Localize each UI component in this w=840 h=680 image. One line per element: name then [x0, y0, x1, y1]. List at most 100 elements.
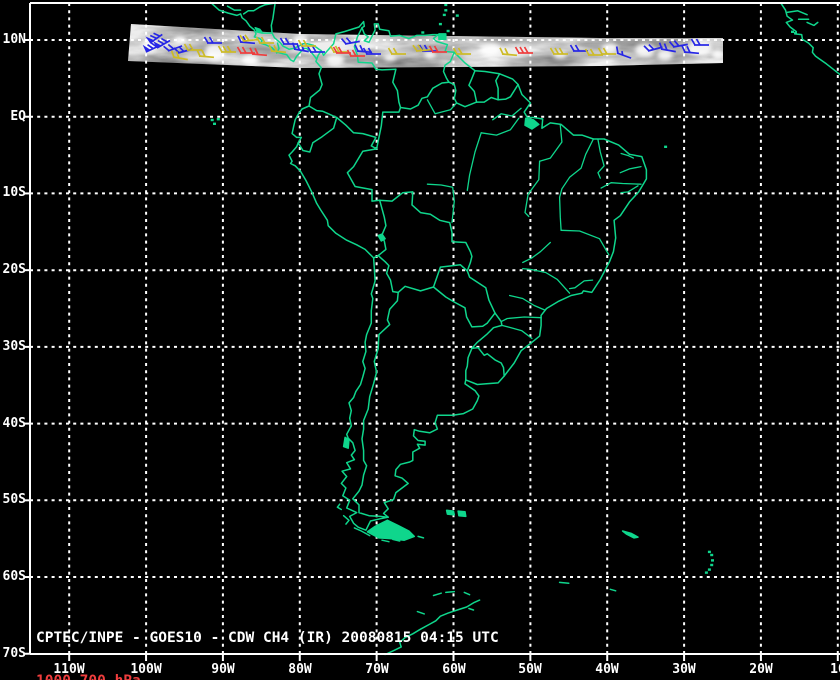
lat-label-70S: 70S	[2, 646, 26, 661]
island	[621, 530, 639, 539]
small-island	[421, 31, 425, 34]
small-island	[791, 30, 794, 33]
country-border	[497, 83, 519, 101]
small-island	[444, 3, 448, 7]
small-island	[711, 559, 714, 562]
axes-frame	[25, 2, 840, 661]
lon-label-40W: 40W	[595, 662, 619, 677]
country-border	[375, 106, 402, 150]
country-border	[495, 73, 501, 101]
country-border	[475, 96, 499, 103]
small-island	[704, 571, 708, 574]
country-border	[378, 191, 473, 272]
state-border	[560, 229, 610, 256]
island	[438, 33, 447, 40]
small-island	[707, 568, 711, 571]
country-border	[432, 286, 496, 328]
small-island	[664, 145, 668, 148]
state-border	[500, 316, 542, 323]
state-border	[426, 99, 458, 115]
small-island	[438, 22, 442, 26]
country-border	[465, 347, 473, 381]
coastline	[432, 592, 442, 597]
title-block: CPTEC/INPE - GOES10 - CDW CH4 (IR) 20080…	[36, 603, 499, 680]
island	[457, 510, 467, 518]
satellite-wind-product: 10N EQ 10S 20S 30S 40S 50S 60S 70S 110W 100W 90W 80W…	[0, 0, 840, 680]
state-border	[492, 107, 522, 121]
state-border	[501, 324, 533, 340]
state-border	[619, 165, 642, 174]
small-island	[455, 14, 459, 17]
state-border	[558, 196, 562, 231]
small-island	[213, 122, 216, 125]
product-title: CPTEC/INPE - GOES10 - CDW CH4 (IR) 20080…	[36, 630, 499, 646]
map-canvas	[25, 1, 840, 661]
state-border	[558, 138, 595, 198]
coastline	[463, 591, 471, 596]
country-border	[297, 116, 338, 153]
island	[342, 436, 350, 449]
coastline	[336, 503, 343, 511]
island	[366, 519, 416, 541]
coastline	[381, 539, 390, 543]
lon-label-20W: 20W	[749, 662, 773, 677]
country-border	[377, 254, 399, 294]
coastline	[558, 581, 570, 584]
country-border	[377, 199, 387, 257]
lat-label-40S: 40S	[2, 416, 26, 431]
country-border	[399, 81, 450, 110]
coastline	[806, 21, 819, 27]
country-border	[468, 69, 478, 103]
lat-label-60S: 60S	[2, 569, 26, 584]
state-border	[524, 160, 541, 218]
island	[445, 509, 456, 516]
lat-label-20S: 20S	[2, 262, 26, 277]
country-border	[471, 312, 503, 350]
coastline	[226, 5, 242, 11]
small-island	[442, 13, 446, 17]
lat-label-30S: 30S	[2, 339, 26, 354]
state-border	[426, 183, 455, 224]
coastline	[445, 590, 456, 594]
lon-label-50W: 50W	[518, 662, 542, 677]
small-island	[210, 118, 214, 122]
small-island	[707, 550, 711, 554]
coastline	[417, 535, 425, 539]
lake-titicaca	[377, 233, 386, 242]
lon-label-10: 10	[830, 662, 840, 677]
state-border	[480, 117, 520, 136]
latlon-grid	[30, 3, 840, 654]
state-border	[538, 124, 563, 162]
state-border	[522, 241, 551, 264]
south-america-coastline	[288, 20, 648, 531]
lat-label-10N: 10N	[2, 32, 26, 47]
small-island	[794, 32, 797, 35]
small-island	[444, 9, 448, 12]
coastline	[242, 2, 276, 15]
small-island	[446, 29, 450, 33]
country-border	[448, 81, 478, 108]
country-border	[397, 285, 435, 294]
state-border	[620, 185, 639, 194]
country-border	[471, 346, 505, 377]
lon-label-30W: 30W	[672, 662, 696, 677]
lat-label-EQ: EQ	[10, 109, 26, 124]
country-border	[352, 291, 399, 518]
small-island	[216, 118, 220, 121]
island	[524, 117, 540, 130]
state-border	[597, 139, 605, 179]
coastline-borders-layer	[209, 1, 840, 656]
state-border	[466, 132, 482, 192]
lat-label-50S: 50S	[2, 492, 26, 507]
coastline	[342, 514, 350, 525]
country-border	[466, 270, 496, 314]
country-border	[432, 264, 469, 288]
small-island	[710, 563, 714, 567]
lat-label-10S: 10S	[2, 185, 26, 200]
country-border	[335, 116, 378, 150]
coastline	[609, 588, 617, 592]
legend-low-level: 1000-700 hPa	[36, 674, 499, 680]
state-border	[508, 294, 546, 311]
coastline	[786, 10, 808, 16]
small-island	[710, 553, 714, 557]
